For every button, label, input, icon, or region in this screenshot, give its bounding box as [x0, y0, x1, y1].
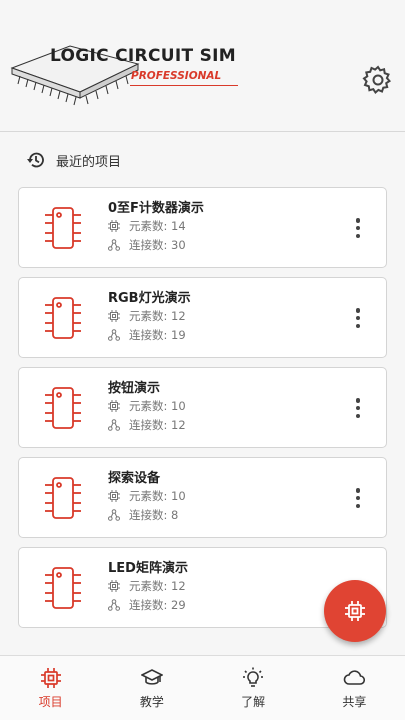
- lightbulb-icon: [243, 667, 264, 687]
- connection-count-text: 连接数: 29: [129, 598, 186, 612]
- nav-label: 项目: [38, 695, 63, 709]
- graduation-cap-icon: [140, 669, 163, 685]
- nav-item-share[interactable]: 共享: [304, 656, 405, 720]
- element-count: 元素数: 10: [108, 488, 186, 504]
- connection-count-text: 连接数: 19: [129, 328, 186, 342]
- element-count-text: 元素数: 14: [129, 219, 186, 233]
- ic-chip-icon: [45, 387, 81, 429]
- element-count-text: 元素数: 10: [129, 399, 186, 413]
- more-options-button[interactable]: [348, 214, 368, 242]
- element-count-text: 元素数: 12: [129, 309, 186, 323]
- settings-button[interactable]: [362, 64, 394, 96]
- nav-item-teaching[interactable]: 教学: [101, 656, 202, 720]
- cloud-icon: [344, 670, 366, 685]
- connection-count: 连接数: 19: [108, 327, 186, 343]
- more-options-button[interactable]: [348, 484, 368, 512]
- recent-projects-title: 最近的项目: [56, 154, 122, 170]
- connection-count: 连接数: 30: [108, 237, 186, 253]
- project-card[interactable]: 探索设备 元素数: 10 连接数: 8: [18, 457, 387, 538]
- connection-icon: [108, 599, 120, 611]
- project-name: 探索设备: [108, 471, 161, 486]
- connection-count: 连接数: 8: [108, 507, 178, 523]
- project-card[interactable]: RGB灯光演示 元素数: 12 连接数: 19: [18, 277, 387, 358]
- connection-icon: [108, 329, 120, 341]
- project-name: RGB灯光演示: [108, 291, 191, 306]
- chip-icon: [345, 601, 365, 621]
- gear-icon: [362, 65, 392, 95]
- connection-count: 连接数: 12: [108, 417, 186, 433]
- connection-count-text: 连接数: 12: [129, 418, 186, 432]
- history-icon: [27, 152, 44, 168]
- element-count: 元素数: 10: [108, 398, 186, 414]
- chip-small-icon: [108, 400, 120, 412]
- more-options-button[interactable]: [348, 304, 368, 332]
- connection-icon: [108, 239, 120, 251]
- logo-title: LOGIC CIRCUIT SIM: [50, 46, 236, 66]
- chip-icon: [40, 668, 61, 688]
- chip-small-icon: [108, 490, 120, 502]
- nav-item-projects[interactable]: 项目: [0, 656, 101, 720]
- project-name: 0至F计数器演示: [108, 201, 204, 216]
- nav-label: 了解: [241, 695, 266, 709]
- connection-icon: [108, 509, 120, 521]
- app-header: LOGIC CIRCUIT SIM PROFESSIONAL: [0, 0, 405, 132]
- chip-small-icon: [108, 220, 120, 232]
- more-options-button[interactable]: [348, 394, 368, 422]
- logo-underline: [130, 85, 238, 86]
- element-count: 元素数: 12: [108, 578, 186, 594]
- element-count: 元素数: 12: [108, 308, 186, 324]
- chip-small-icon: [108, 310, 120, 322]
- nav-label: 教学: [139, 695, 164, 709]
- ic-chip-icon: [45, 207, 81, 249]
- project-name: LED矩阵演示: [108, 561, 188, 576]
- element-count-text: 元素数: 12: [129, 579, 186, 593]
- element-count: 元素数: 14: [108, 218, 186, 234]
- ic-chip-icon: [45, 477, 81, 519]
- nav-label: 共享: [342, 695, 367, 709]
- recent-projects-header: 最近的项目: [26, 150, 121, 170]
- new-project-fab[interactable]: [324, 580, 386, 642]
- bottom-navigation: 项目 教学 了解 共享: [0, 655, 405, 720]
- connection-count-text: 连接数: 8: [129, 508, 179, 522]
- project-card[interactable]: 按钮演示 元素数: 10 连接数: 12: [18, 367, 387, 448]
- ic-chip-icon: [45, 567, 81, 609]
- app-logo: LOGIC CIRCUIT SIM PROFESSIONAL: [10, 40, 250, 116]
- logo-subtitle: PROFESSIONAL: [131, 70, 222, 82]
- ic-chip-icon: [45, 297, 81, 339]
- connection-icon: [108, 419, 120, 431]
- project-card[interactable]: 0至F计数器演示 元素数: 14 连接数: 30: [18, 187, 387, 268]
- connection-count: 连接数: 29: [108, 597, 186, 613]
- connection-count-text: 连接数: 30: [129, 238, 186, 252]
- chip-small-icon: [108, 580, 120, 592]
- nav-item-learn[interactable]: 了解: [203, 656, 304, 720]
- project-name: 按钮演示: [108, 381, 161, 396]
- element-count-text: 元素数: 10: [129, 489, 186, 503]
